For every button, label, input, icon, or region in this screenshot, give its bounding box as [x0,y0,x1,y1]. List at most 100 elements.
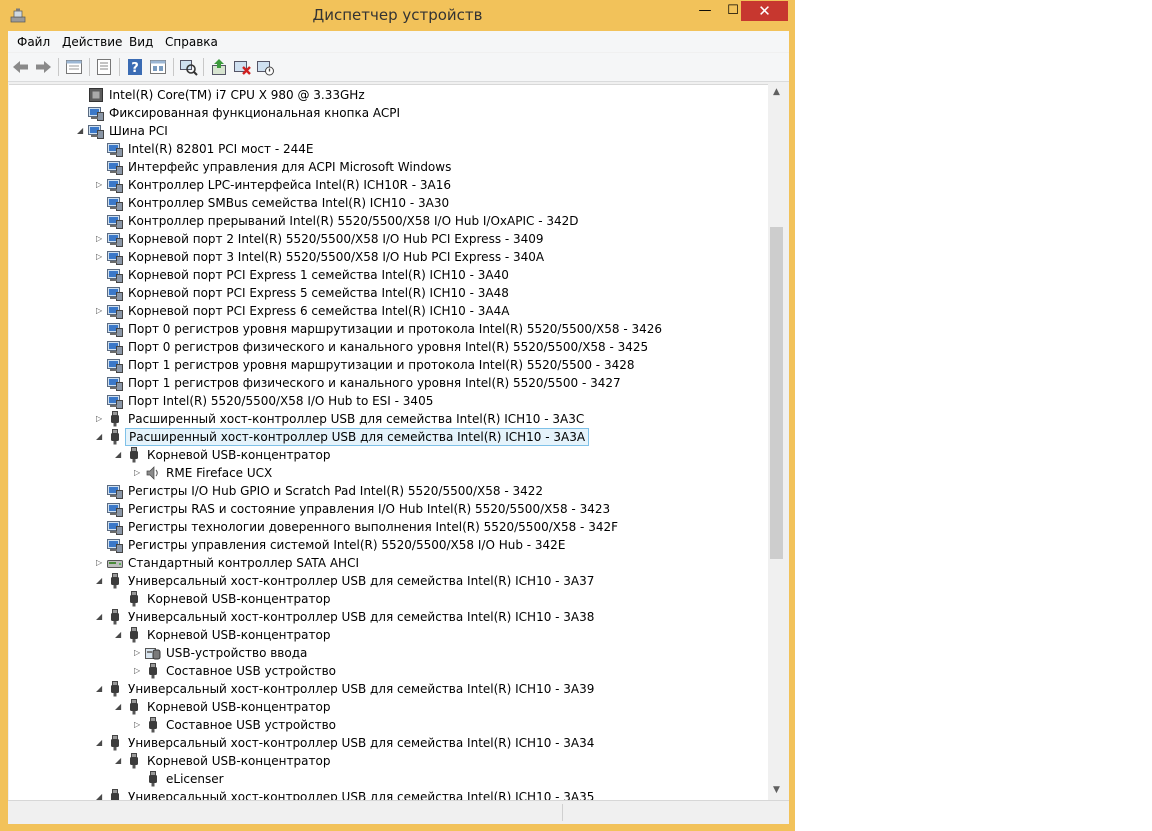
tree-row[interactable]: ▷ Стандартный контроллер SATA AHCI [9,554,768,572]
expand-arrow-icon[interactable]: ▷ [96,252,104,262]
expand-arrow-icon[interactable]: ▷ [96,234,104,244]
tree-row[interactable]: ◢ Корневой USB-концентратор [9,752,768,770]
menu-action[interactable]: Действие [62,35,122,49]
tree-item-label: Корневой порт 2 Intel(R) 5520/5500/X58 I… [128,232,544,246]
tree-item-label: Порт 0 регистров уровня маршрутизации и … [128,322,663,336]
tree-item-label: Корневой порт PCI Express 1 семейства In… [128,268,509,282]
tree-item-label: Универсальный хост-контроллер USB для се… [128,682,595,696]
back-icon[interactable] [11,57,31,77]
forward-icon[interactable] [33,57,53,77]
collapse-arrow-icon[interactable]: ◢ [96,576,104,586]
tree-row[interactable]: ▷ RME Fireface UCX [9,464,768,482]
menu-file[interactable]: Файл [17,35,50,49]
tree-row[interactable]: ◢ Универсальный хост-контроллер USB для с… [9,734,768,752]
toolbar-separator [203,58,204,76]
expand-arrow-icon[interactable]: ▷ [134,720,142,730]
tree-row[interactable]: ◢ Универсальный хост-контроллер USB для с… [9,608,768,626]
tree-row[interactable]: ◢ Универсальный хост-контроллер USB для с… [9,572,768,590]
usb-device-icon [149,717,157,733]
system-device-icon [107,143,123,157]
expand-arrow-icon[interactable]: ▷ [96,180,104,190]
collapse-arrow-icon[interactable]: ◢ [96,612,104,622]
tree-item-label: Интерфейс управления для ACPI Microsoft … [128,160,452,174]
update-driver-icon[interactable] [209,57,229,77]
list-view-icon[interactable] [94,57,114,77]
menu-help[interactable]: Справка [165,35,218,49]
collapse-arrow-icon[interactable]: ◢ [96,432,104,442]
tree-row[interactable]: Корневой порт PCI Express 1 семейства In… [9,266,768,284]
device-tree[interactable]: Intel(R) Core(TM) i7 CPU X 980 @ 3.33GHz… [9,84,768,800]
tree-row[interactable]: Контроллер SMBus семейства Intel(R) ICH1… [9,194,768,212]
collapse-arrow-icon[interactable]: ◢ [115,702,123,712]
tree-row[interactable]: ▷ Составное USB устройство [9,662,768,680]
collapse-arrow-icon[interactable]: ◢ [96,792,104,800]
vertical-scrollbar[interactable]: ▲ ▼ [768,84,785,799]
system-device-icon [107,251,123,265]
tree-row[interactable]: Порт 1 регистров физического и канальног… [9,374,768,392]
tree-row[interactable]: ▷ Составное USB устройство [9,716,768,734]
title-bar[interactable]: Диспетчер устройств — ☐ ✕ [0,0,795,32]
collapse-arrow-icon[interactable]: ◢ [96,738,104,748]
scroll-down-arrow[interactable]: ▼ [768,782,785,799]
tree-row[interactable]: Регистры технологии доверенного выполнен… [9,518,768,536]
tree-row[interactable]: Интерфейс управления для ACPI Microsoft … [9,158,768,176]
close-button[interactable]: ✕ [741,1,788,21]
tree-row[interactable]: ▷ Корневой порт 3 Intel(R) 5520/5500/X58 … [9,248,768,266]
collapse-arrow-icon[interactable]: ◢ [115,630,123,640]
tree-row[interactable]: ◢ Корневой USB-концентратор [9,446,768,464]
properties-sheet-icon[interactable] [64,57,84,77]
help-icon[interactable]: ? [125,57,145,77]
collapse-arrow-icon[interactable]: ◢ [77,126,85,136]
tree-row[interactable]: ◢ Корневой USB-концентратор [9,626,768,644]
tree-row[interactable]: ◢ Универсальный хост-контроллер USB для с… [9,680,768,698]
minimize-button[interactable]: — [690,1,720,21]
tree-row[interactable]: Порт 0 регистров физического и канальног… [9,338,768,356]
expand-arrow-icon[interactable]: ▷ [96,558,104,568]
disable-device-icon[interactable] [232,57,252,77]
tree-item-label: USB-устройство ввода [166,646,308,660]
usb-device-icon [130,627,138,643]
tree-row[interactable]: Регистры I/O Hub GPIO и Scratch Pad Inte… [9,482,768,500]
tree-item-label: Расширенный хост-контроллер USB для семе… [125,428,590,446]
tree-row[interactable]: ▷ Расширенный хост-контроллер USB для сем… [9,410,768,428]
system-device-icon [107,161,123,175]
expand-arrow-icon[interactable]: ▷ [96,414,104,424]
collapse-arrow-icon[interactable]: ◢ [96,684,104,694]
tree-row[interactable]: Порт Intel(R) 5520/5500/X58 I/O Hub to E… [9,392,768,410]
tree-row[interactable]: ▷ USB-устройство ввода [9,644,768,662]
tree-row[interactable]: Регистры RAS и состояние управления I/O … [9,500,768,518]
usb-device-icon [111,735,119,751]
system-device-icon [107,233,123,247]
tree-row[interactable]: ◢ Расширенный хост-контроллер USB для сем… [9,428,768,446]
tree-row[interactable]: Регистры управления системой Intel(R) 55… [9,536,768,554]
expand-arrow-icon[interactable]: ▷ [134,468,142,478]
menu-view[interactable]: Вид [129,35,153,49]
tree-row[interactable]: ◢ Корневой USB-концентратор [9,698,768,716]
tree-row[interactable]: ◢ Шина PCI [9,122,768,140]
tree-row[interactable]: Корневой порт PCI Express 5 семейства In… [9,284,768,302]
tree-row[interactable]: ◢ Универсальный хост-контроллер USB для с… [9,788,768,800]
expand-arrow-icon[interactable]: ▷ [134,666,142,676]
tree-row[interactable]: eLicenser [9,770,768,788]
tree-row[interactable]: Корневой USB-концентратор [9,590,768,608]
tree-row[interactable]: Контроллер прерываний Intel(R) 5520/5500… [9,212,768,230]
tree-row[interactable]: ▷ Контроллер LPC-интерфейса Intel(R) ICH1… [9,176,768,194]
tree-row[interactable]: ▷ Корневой порт 2 Intel(R) 5520/5500/X58 … [9,230,768,248]
uninstall-device-icon[interactable] [255,57,275,77]
show-hidden-icon[interactable] [148,57,168,77]
tree-row[interactable]: Intel(R) Core(TM) i7 CPU X 980 @ 3.33GHz [9,86,768,104]
tree-row[interactable]: Intel(R) 82801 PCI мост - 244E [9,140,768,158]
tree-row[interactable]: ▷ Корневой порт PCI Express 6 семейства I… [9,302,768,320]
tree-row[interactable]: Порт 0 регистров уровня маршрутизации и … [9,320,768,338]
scroll-up-arrow[interactable]: ▲ [768,84,785,101]
expand-arrow-icon[interactable]: ▷ [134,648,142,658]
tree-row[interactable]: Фиксированная функциональная кнопка ACPI [9,104,768,122]
tree-row[interactable]: Порт 1 регистров уровня маршрутизации и … [9,356,768,374]
scan-hardware-icon[interactable] [178,57,198,77]
collapse-arrow-icon[interactable]: ◢ [115,756,123,766]
scrollbar-thumb[interactable] [770,227,783,559]
system-device-icon [107,503,123,517]
collapse-arrow-icon[interactable]: ◢ [115,450,123,460]
expand-arrow-icon[interactable]: ▷ [96,306,104,316]
tree-item-label: Корневой USB-концентратор [147,700,331,714]
